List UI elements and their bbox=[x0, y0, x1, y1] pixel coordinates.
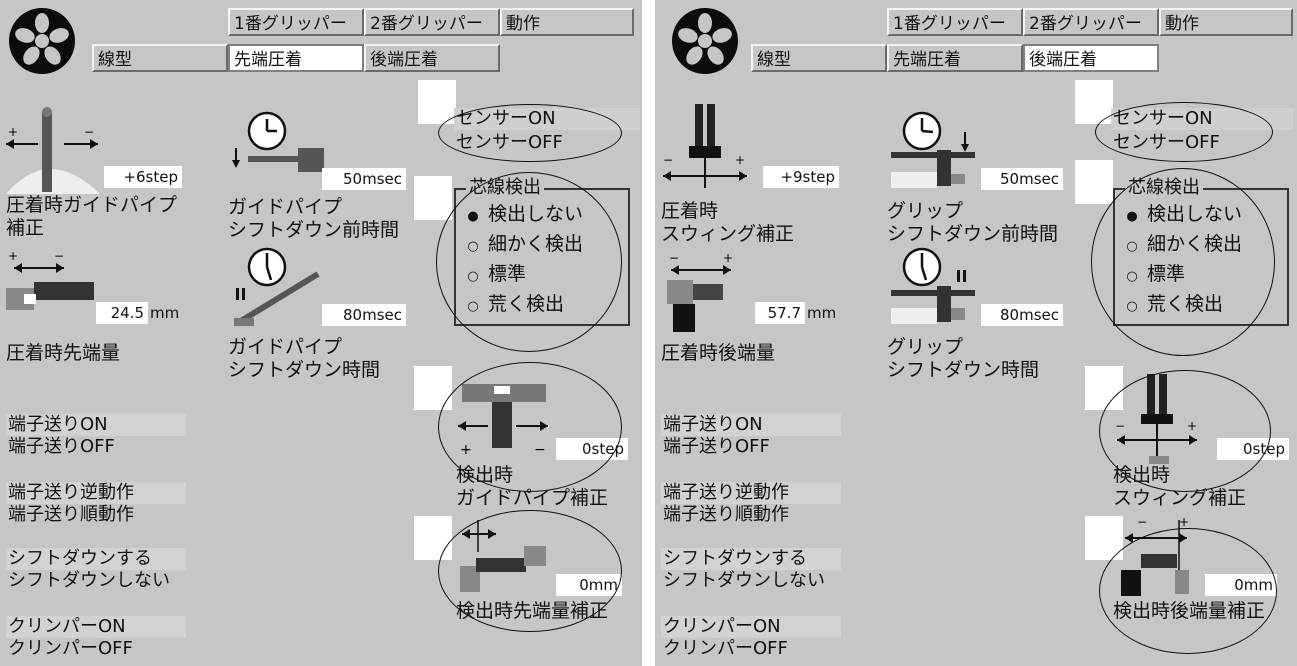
swing-correction-label: 圧着時 スウィング補正 bbox=[661, 200, 795, 245]
guide-pipe-icon bbox=[234, 271, 320, 327]
svg-text:−: − bbox=[54, 249, 64, 263]
front-amount-label: 圧着時先端量 bbox=[6, 342, 121, 364]
shift-down-before-time-label: ガイドパイプ シフトダウン前時間 bbox=[228, 196, 400, 241]
tab-gripper2[interactable]: 2番グリッパー bbox=[364, 8, 500, 36]
highlight-ellipse bbox=[436, 172, 622, 352]
fan-logo-icon bbox=[9, 8, 75, 74]
shift-down-time-value[interactable]: 80msec bbox=[322, 304, 406, 326]
highlight-ellipse bbox=[1099, 370, 1271, 492]
terminal-feed-reverse-option[interactable]: 端子送り逆動作 bbox=[6, 482, 186, 504]
crimp-position-icon: + − bbox=[6, 249, 94, 310]
crimper-off-option[interactable]: クリンパーOFF bbox=[6, 638, 133, 660]
svg-text:−: − bbox=[669, 251, 679, 265]
swing-icon: − + bbox=[663, 104, 747, 188]
core-detect-select-box[interactable] bbox=[1075, 160, 1113, 204]
core-detect-select-box[interactable] bbox=[414, 176, 452, 220]
shift-down-off-option[interactable]: シフトダウンしない bbox=[661, 570, 825, 592]
tab-front-crimp[interactable]: 先端圧着 bbox=[228, 44, 364, 72]
highlight-ellipse bbox=[1091, 168, 1275, 356]
highlight-ellipse bbox=[438, 362, 622, 492]
shift-down-off-option[interactable]: シフトダウンしない bbox=[6, 570, 170, 592]
terminal-feed-forward-option[interactable]: 端子送り順動作 bbox=[6, 504, 134, 526]
svg-text:−: − bbox=[1137, 515, 1147, 529]
crimper-on-option[interactable]: クリンパーON bbox=[6, 616, 186, 638]
svg-text:+: + bbox=[8, 249, 18, 263]
shift-down-on-option[interactable]: シフトダウンする bbox=[661, 548, 841, 570]
svg-text:+: + bbox=[723, 251, 733, 265]
front-amount-unit: mm bbox=[150, 304, 180, 322]
terminal-feed-reverse-option[interactable]: 端子送り逆動作 bbox=[661, 482, 841, 504]
tab-gripper1[interactable]: 1番グリッパー bbox=[887, 8, 1023, 36]
terminal-feed-off-option[interactable]: 端子送りOFF bbox=[661, 436, 770, 458]
tab-rear-crimp[interactable]: 後端圧着 bbox=[1023, 44, 1159, 72]
svg-text:−: − bbox=[663, 153, 673, 167]
svg-text:−: − bbox=[84, 125, 94, 139]
crimper-on-option[interactable]: クリンパーON bbox=[661, 616, 841, 638]
gripper-icon bbox=[891, 270, 975, 324]
tab-front-crimp[interactable]: 先端圧着 bbox=[887, 44, 1023, 72]
left-settings-panel: 1番グリッパー 2番グリッパー 動作 線型 先端圧着 後端圧着 + − +6ste… bbox=[0, 0, 642, 666]
terminal-feed-on-option[interactable]: 端子送りON bbox=[661, 414, 841, 436]
gripper-shift-before-value[interactable]: 50msec bbox=[981, 168, 1063, 190]
tab-rear-crimp[interactable]: 後端圧着 bbox=[364, 44, 500, 72]
gripper-shift-time-label: グリップ シフトダウン時間 bbox=[887, 336, 1040, 381]
highlight-ellipse bbox=[1099, 528, 1277, 654]
tab-motion[interactable]: 動作 bbox=[500, 8, 634, 36]
gripper-shift-before-label: グリップ シフトダウン前時間 bbox=[887, 200, 1059, 245]
guide-pipe-icon bbox=[232, 148, 324, 172]
tab-gripper1[interactable]: 1番グリッパー bbox=[228, 8, 364, 36]
front-amount-value[interactable]: 24.5 bbox=[96, 302, 148, 324]
highlight-ellipse bbox=[438, 104, 622, 162]
tab-wire-type[interactable]: 線型 bbox=[751, 44, 887, 72]
tab-motion[interactable]: 動作 bbox=[1159, 8, 1293, 36]
shift-down-before-time-value[interactable]: 50msec bbox=[322, 168, 406, 190]
rear-amount-label: 圧着時後端量 bbox=[661, 342, 776, 364]
shift-down-time-label: ガイドパイプ シフトダウン時間 bbox=[228, 336, 381, 381]
tab-gripper2[interactable]: 2番グリッパー bbox=[1023, 8, 1159, 36]
terminal-feed-forward-option[interactable]: 端子送り順動作 bbox=[661, 504, 789, 526]
svg-text:+: + bbox=[735, 153, 745, 167]
terminal-feed-on-option[interactable]: 端子送りON bbox=[6, 414, 186, 436]
fan-logo-icon bbox=[672, 8, 738, 74]
svg-text:+: + bbox=[1179, 515, 1189, 529]
shift-down-on-option[interactable]: シフトダウンする bbox=[6, 548, 186, 570]
guide-pipe-correction-label: 圧着時ガイドパイプ 補正 bbox=[6, 194, 178, 239]
crimp-position-icon: − + bbox=[667, 251, 733, 332]
swing-correction-value[interactable]: +9step bbox=[763, 166, 839, 188]
highlight-ellipse bbox=[438, 510, 622, 632]
right-settings-panel: 1番グリッパー 2番グリッパー 動作 線型 先端圧着 後端圧着 − + +9ste… bbox=[655, 0, 1297, 666]
guide-pipe-correction-value[interactable]: +6step bbox=[104, 166, 182, 188]
tab-wire-type[interactable]: 線型 bbox=[92, 44, 228, 72]
crimper-off-option[interactable]: クリンパーOFF bbox=[661, 638, 788, 660]
gripper-shift-time-value[interactable]: 80msec bbox=[981, 304, 1063, 326]
highlight-ellipse bbox=[1095, 102, 1273, 162]
terminal-feed-off-option[interactable]: 端子送りOFF bbox=[6, 436, 115, 458]
rear-amount-unit: mm bbox=[807, 304, 837, 322]
gripper-icon bbox=[891, 132, 975, 188]
rear-amount-value[interactable]: 57.7 bbox=[755, 302, 805, 324]
guide-pipe-icon: + − bbox=[6, 107, 100, 194]
svg-text:+: + bbox=[8, 125, 18, 139]
